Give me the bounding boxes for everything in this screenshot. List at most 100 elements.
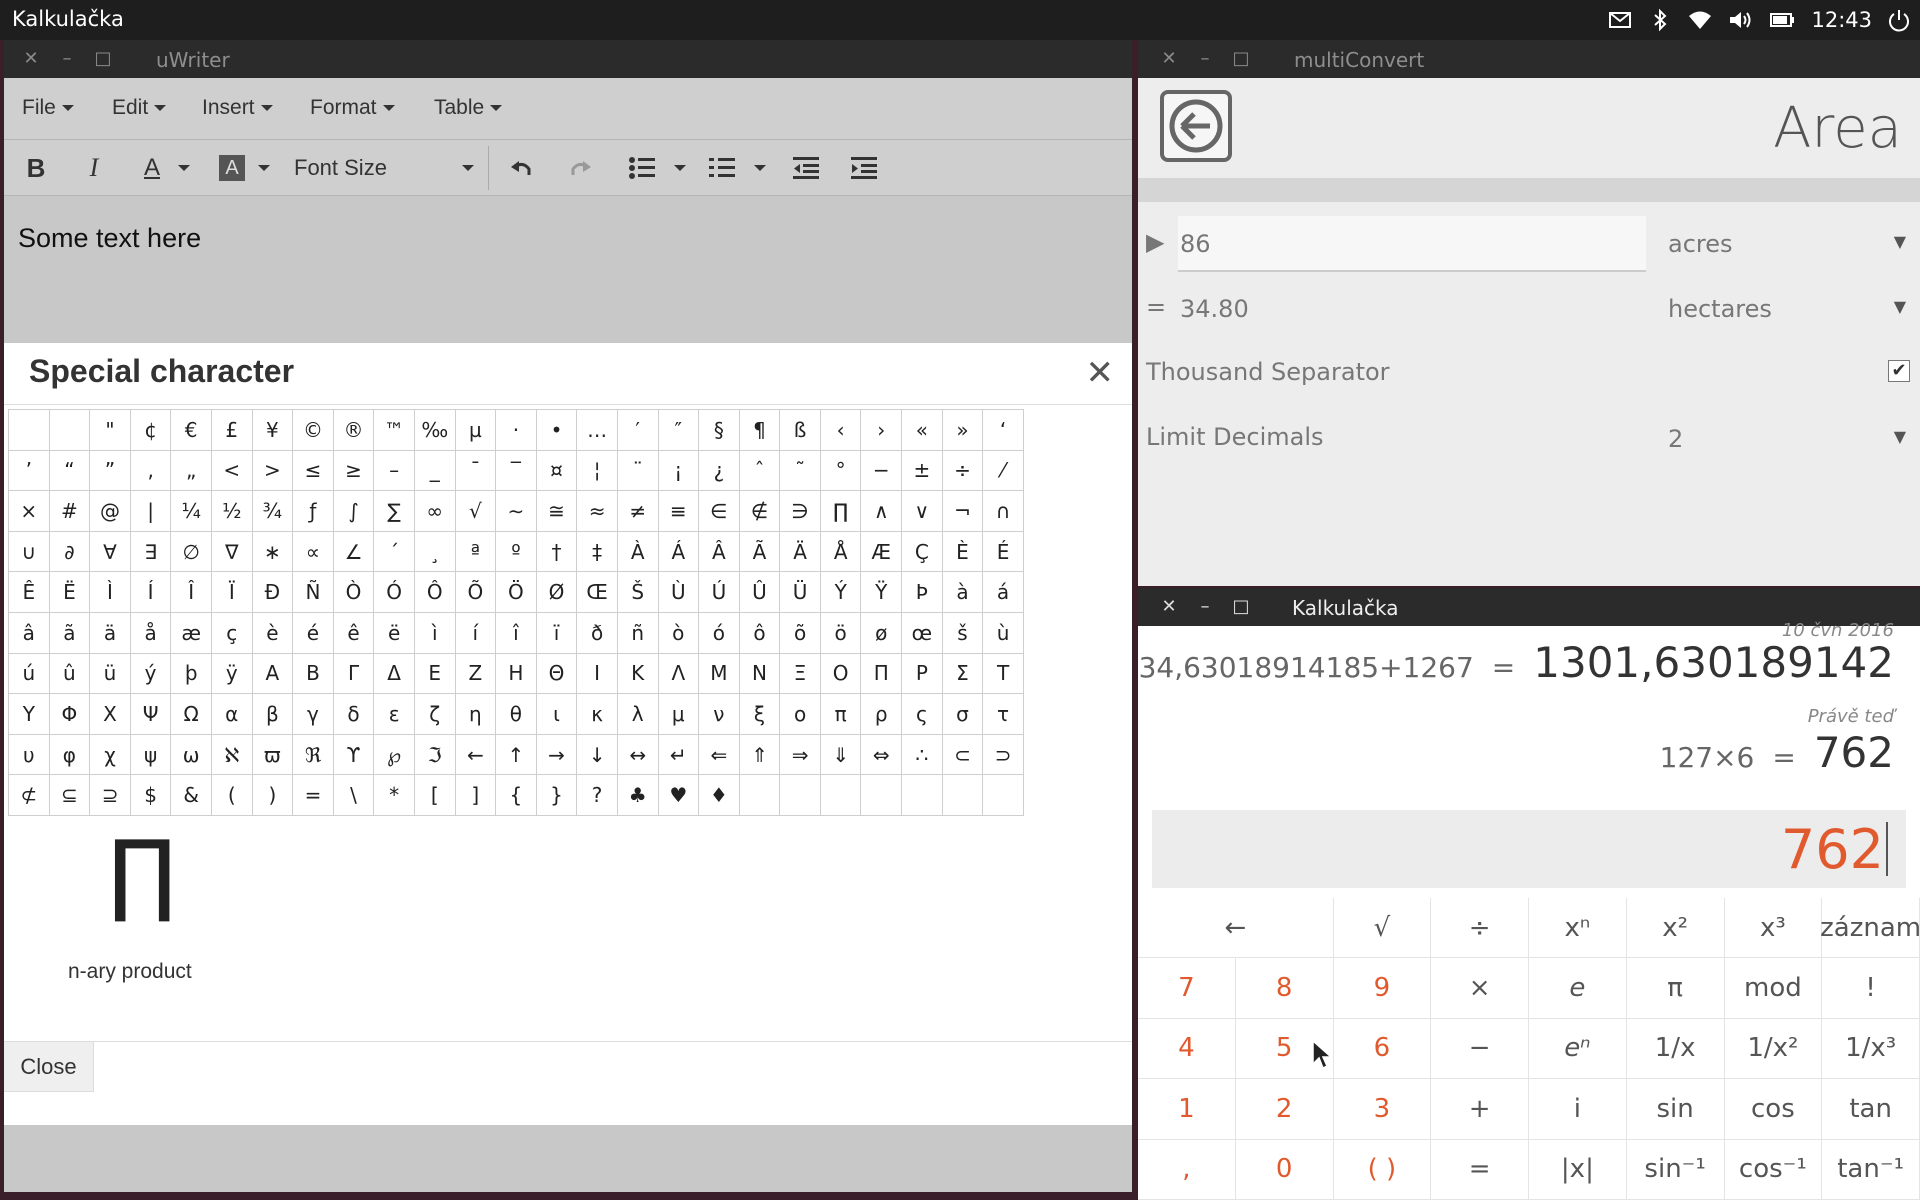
clock[interactable]: 12:43	[1811, 8, 1872, 32]
character-cell[interactable]: σ	[941, 693, 984, 735]
calc-key[interactable]: ÷	[1431, 898, 1529, 959]
character-cell[interactable]: µ	[454, 409, 497, 451]
character-cell[interactable]: Â	[698, 530, 740, 573]
character-cell[interactable]: η	[454, 693, 497, 735]
character-cell[interactable]: …	[576, 409, 618, 451]
character-cell[interactable]: ψ	[129, 733, 172, 776]
calc-key[interactable]: ( )	[1333, 1139, 1432, 1200]
character-cell[interactable]: Η	[495, 652, 537, 695]
character-cell[interactable]: ↑	[495, 733, 537, 776]
character-cell[interactable]: ≤	[292, 449, 334, 492]
character-cell[interactable]: ∂	[48, 530, 91, 573]
character-cell[interactable]: ú	[8, 652, 50, 695]
character-cell[interactable]: Ô	[413, 571, 456, 613]
character-cell[interactable]: þ	[170, 652, 212, 695]
character-cell[interactable]: ¬	[941, 490, 984, 532]
character-cell[interactable]: Ι	[576, 652, 618, 695]
character-cell[interactable]: ì	[413, 611, 456, 654]
character-cell[interactable]: (	[210, 774, 253, 816]
character-cell[interactable]: †	[535, 530, 578, 573]
calc-key[interactable]: 6	[1333, 1018, 1432, 1080]
character-cell[interactable]: ç	[210, 611, 253, 654]
character-cell[interactable]: Ξ	[779, 652, 821, 695]
character-cell[interactable]: ´	[373, 530, 415, 573]
character-cell[interactable]: “	[48, 449, 91, 492]
character-cell[interactable]: λ	[616, 693, 659, 735]
character-cell[interactable]: Î	[170, 571, 212, 613]
character-cell[interactable]: Œ	[576, 571, 618, 613]
character-cell[interactable]: ß	[779, 409, 821, 451]
character-cell[interactable]: Ψ	[129, 693, 172, 735]
character-cell[interactable]: ‹	[819, 409, 862, 451]
character-cell[interactable]: ∧	[860, 490, 903, 532]
character-cell[interactable]: ã	[48, 611, 91, 654]
calc-key[interactable]: tan	[1822, 1079, 1920, 1140]
character-cell[interactable]: "	[89, 409, 131, 451]
history-entry[interactable]: 34,63018914185+1267 = 1301,630189142	[1139, 638, 1894, 687]
character-cell[interactable]: ↵	[657, 733, 700, 776]
multiconvert-titlebar[interactable]: ✕ – □ multiConvert	[1138, 40, 1920, 78]
calc-key[interactable]: záznam	[1820, 898, 1920, 959]
character-cell[interactable]: ÷	[941, 449, 984, 492]
character-cell[interactable]: α	[210, 693, 253, 735]
character-cell[interactable]: Α	[251, 652, 294, 695]
calc-key[interactable]: 0	[1235, 1139, 1334, 1200]
character-cell[interactable]: ™	[373, 409, 415, 451]
character-cell[interactable]: υ	[8, 733, 50, 776]
character-cell[interactable]: ♦	[698, 774, 740, 816]
character-cell[interactable]: Ü	[779, 571, 821, 613]
calc-key[interactable]: 3	[1333, 1079, 1432, 1140]
character-cell[interactable]: −	[860, 449, 903, 492]
character-cell[interactable]: ø	[860, 611, 903, 654]
bullet-list-icon[interactable]	[624, 150, 660, 186]
current-input[interactable]: 762	[1781, 818, 1884, 881]
calc-key[interactable]: 2	[1235, 1079, 1334, 1140]
character-cell[interactable]: {	[495, 774, 537, 816]
menu-file[interactable]: File	[22, 96, 74, 120]
calc-key[interactable]: xⁿ	[1529, 898, 1627, 959]
character-cell[interactable]: }	[535, 774, 578, 816]
close-window-icon[interactable]: ✕	[1158, 48, 1180, 70]
character-cell[interactable]: ·	[495, 409, 537, 451]
character-cell[interactable]: π	[819, 693, 862, 735]
character-cell[interactable]: ®	[332, 409, 375, 451]
close-window-icon[interactable]: ✕	[1158, 596, 1180, 618]
character-cell[interactable]: $	[129, 774, 172, 816]
character-cell[interactable]: ›	[860, 409, 903, 451]
character-cell[interactable]: û	[48, 652, 91, 695]
character-cell[interactable]: ?	[576, 774, 618, 816]
character-cell[interactable]: μ	[657, 693, 700, 735]
character-cell[interactable]: φ	[48, 733, 91, 776]
character-cell[interactable]: Ν	[738, 652, 781, 695]
character-cell[interactable]: ≅	[535, 490, 578, 532]
character-cell[interactable]: ″	[657, 409, 700, 451]
history-entry[interactable]: 127×6 = 762	[1660, 728, 1894, 777]
close-window-icon[interactable]: ✕	[20, 48, 42, 70]
character-cell[interactable]: Ø	[535, 571, 578, 613]
character-cell[interactable]: Ù	[657, 571, 700, 613]
character-cell[interactable]: χ	[89, 733, 131, 776]
character-cell[interactable]: Ý	[819, 571, 862, 613]
maximize-window-icon[interactable]: □	[1230, 596, 1252, 618]
character-cell[interactable]: >	[251, 449, 294, 492]
character-cell[interactable]: Σ	[941, 652, 984, 695]
calc-key[interactable]: π	[1626, 958, 1725, 1019]
character-cell[interactable]: ⊇	[89, 774, 131, 816]
menu-edit[interactable]: Edit	[112, 96, 167, 120]
character-cell[interactable]: €	[170, 409, 212, 451]
character-cell[interactable]: ξ	[738, 693, 781, 735]
character-cell[interactable]: ù	[982, 611, 1024, 654]
highlight-color-icon[interactable]: A	[214, 150, 250, 186]
calc-key[interactable]: ←	[1138, 898, 1334, 959]
character-cell[interactable]: ∝	[292, 530, 334, 573]
character-cell[interactable]: É	[982, 530, 1024, 573]
character-cell[interactable]: ä	[89, 611, 131, 654]
character-cell[interactable]: Í	[129, 571, 172, 613]
character-cell[interactable]: £	[210, 409, 253, 451]
calc-key[interactable]: 7	[1138, 958, 1236, 1019]
character-cell[interactable]: Š	[616, 571, 659, 613]
character-cell[interactable]: ¶	[738, 409, 781, 451]
calc-key[interactable]: !	[1822, 958, 1920, 1019]
character-cell[interactable]: ‡	[576, 530, 618, 573]
character-cell[interactable]: →	[535, 733, 578, 776]
